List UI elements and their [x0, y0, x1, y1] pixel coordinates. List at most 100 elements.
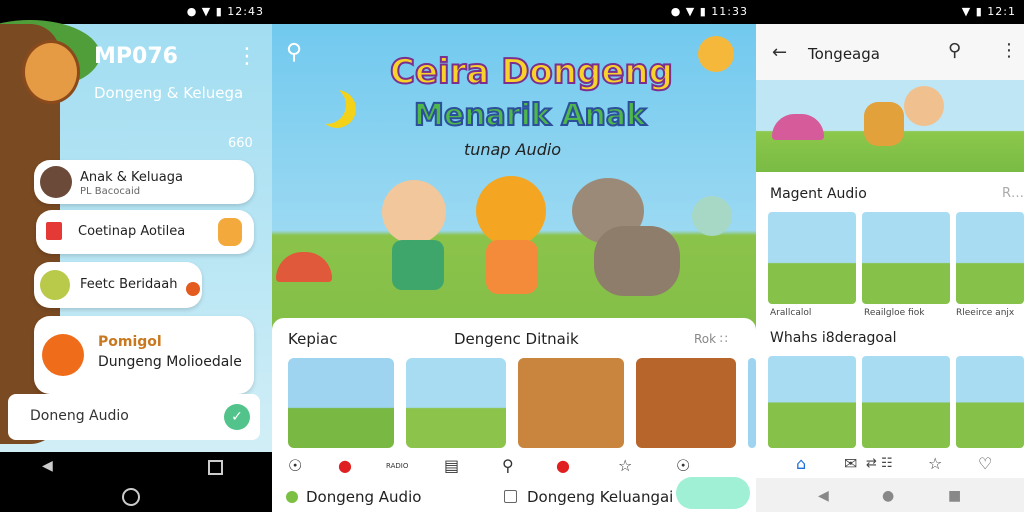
app-subtitle: Dongeng & Keluega — [94, 84, 244, 102]
hero-tagline: tunap Audio — [464, 140, 562, 159]
play-button[interactable] — [676, 477, 750, 509]
hero-title-line2: Menarik Anak — [413, 97, 647, 134]
tab-home-icon[interactable]: ⌂ — [796, 454, 806, 473]
tab-favorite-icon[interactable]: ☆ — [618, 456, 632, 475]
avatar — [40, 166, 72, 198]
animal-body-illustration — [594, 226, 680, 296]
status-text: ● ▼ ▮ 11:33 — [670, 5, 748, 18]
category-banner — [756, 80, 1024, 172]
section-more-link[interactable]: R… — [1002, 186, 1024, 201]
recent-apps-icon[interactable]: ■ — [948, 488, 961, 504]
home-nav-icon[interactable] — [122, 488, 140, 506]
tab-star-icon[interactable]: ☆ — [928, 454, 942, 473]
tab-chat-icon[interactable]: ✉ — [844, 454, 857, 473]
dog-illustration — [864, 102, 904, 146]
status-bar: ▼ ▮ 12:1 — [756, 0, 1024, 24]
boy-character-illustration — [382, 180, 446, 244]
story-thumbnail[interactable] — [406, 358, 506, 448]
story-thumbnail[interactable] — [768, 356, 856, 448]
story-thumbnail[interactable] — [956, 212, 1024, 304]
mushroom-illustration — [772, 114, 824, 140]
panel-featured: ● ▼ ▮ 11:33 ⚲ Ceira Dongeng Menarik Anak… — [272, 0, 756, 512]
story-thumbnail[interactable] — [862, 212, 950, 304]
panel-category: ▼ ▮ 12:1 ← Tongeaga ⚲ ⋮ Magent Audio R… … — [756, 0, 1024, 512]
status-text: ● ▼ ▮ 12:43 — [186, 5, 264, 18]
boy-body-illustration — [392, 240, 444, 290]
tab-search-icon[interactable]: ⚲ — [502, 456, 514, 475]
tab-profile-icon[interactable]: ☉ — [676, 456, 690, 475]
list-item-feetc[interactable]: Feetc Beridaah — [34, 262, 202, 308]
search-icon[interactable]: ⚲ — [948, 40, 961, 61]
story-thumbnail[interactable] — [768, 212, 856, 304]
item-count: 660 — [228, 136, 253, 151]
home-nav-icon[interactable]: ● — [882, 488, 894, 504]
tab-radio-label[interactable]: RADIO — [386, 462, 408, 470]
back-nav-icon[interactable]: ◀ — [818, 488, 829, 504]
option-dongeng-keluarga[interactable]: Dongeng Keluangai — [504, 488, 673, 506]
story-thumbnail[interactable] — [518, 358, 624, 448]
leaf-icon — [40, 270, 70, 300]
story-thumbnail[interactable] — [956, 356, 1024, 448]
tab-radio-icon[interactable]: ● — [338, 456, 352, 475]
section-title: Dengenc Ditnaik — [454, 330, 579, 348]
story-thumbnail[interactable] — [288, 358, 394, 448]
sun-character-illustration — [698, 36, 734, 72]
tab-heart-icon[interactable]: ♡ — [978, 454, 992, 473]
tab-audio-icon[interactable]: ● — [556, 456, 570, 475]
list-item-label: Coetinap Aotilea — [78, 224, 186, 239]
list-item-label: Feetc Beridaah — [80, 277, 178, 292]
back-arrow-icon[interactable]: ← — [772, 42, 787, 63]
list-item-label: Pomigol — [98, 334, 162, 350]
story-thumbnail[interactable] — [862, 356, 950, 448]
thumbnail-caption: Arallcalol — [770, 308, 812, 318]
section-title: Magent Audio — [770, 186, 867, 202]
moon-illustration — [308, 86, 346, 124]
list-item-coetinap[interactable]: Coetinap Aotilea — [36, 210, 254, 254]
option-dongeng-audio[interactable]: Dongeng Audio — [286, 488, 421, 506]
character-icon — [218, 218, 242, 246]
search-icon[interactable]: ⚲ — [286, 40, 302, 65]
tab-home-icon[interactable]: ☉ — [288, 456, 302, 475]
status-bar: ● ▼ ▮ 11:33 — [272, 0, 756, 24]
mushroom-illustration — [276, 252, 332, 282]
app-title: MP076 — [94, 44, 178, 69]
section-title: Whahs i8deragoal — [770, 330, 897, 346]
list-item-sub: PL Bacocaid — [80, 186, 141, 197]
list-item-anak-keluarga[interactable]: Anak & Keluaga PL Bacocaid — [34, 160, 254, 204]
checkbox-icon[interactable] — [504, 490, 517, 503]
thumbnail-caption: Rleeirce anjx — [956, 308, 1015, 318]
pumpkin-icon — [42, 334, 84, 376]
story-thumbnail-partial[interactable] — [748, 358, 756, 448]
search-bar[interactable]: Doneng Audio ✓ — [8, 394, 260, 440]
list-item-sub: Dungeng Molioedale — [98, 354, 242, 370]
recent-apps-icon[interactable] — [208, 460, 223, 475]
tab-library-icon[interactable]: ▤ — [444, 456, 459, 475]
section-more-link[interactable]: Rok ∷ — [694, 332, 728, 346]
tab-switch-icon[interactable]: ⇄ ☷ — [866, 456, 893, 471]
child-illustration — [904, 86, 944, 126]
status-text: ▼ ▮ 12:1 — [961, 5, 1016, 18]
acorn-icon — [186, 282, 200, 296]
app-bar — [756, 24, 1024, 80]
story-thumbnail[interactable] — [636, 358, 736, 448]
section-title-left: Kepiac — [288, 330, 338, 348]
radio-selected-icon — [286, 491, 298, 503]
check-icon[interactable]: ✓ — [224, 404, 250, 430]
list-item-pomigol[interactable]: Pomigol Dungeng Molioedale — [34, 316, 254, 394]
panel-home: ● ▼ ▮ 12:43 MP076 Dongeng & Keluega ⋮ 66… — [0, 0, 272, 512]
bear-character-illustration — [476, 176, 546, 246]
thumbnail-caption: Reailgloe fiok — [864, 308, 925, 318]
option-label: Dongeng Keluangai — [527, 488, 674, 506]
book-icon — [46, 222, 62, 240]
app-logo-bear — [22, 40, 80, 104]
balloon-illustration — [692, 196, 732, 236]
bear-body-illustration — [486, 240, 538, 294]
option-label: Dongeng Audio — [306, 488, 422, 506]
search-input[interactable]: Doneng Audio — [30, 408, 129, 424]
back-nav-icon[interactable]: ◀ — [42, 458, 53, 474]
page-title: Tongeaga — [808, 45, 880, 63]
list-item-label: Anak & Keluaga — [80, 170, 183, 185]
more-icon[interactable]: ⋮ — [236, 44, 258, 69]
hero-title-line1: Ceira Dongeng — [389, 51, 674, 93]
more-icon[interactable]: ⋮ — [1000, 40, 1018, 61]
